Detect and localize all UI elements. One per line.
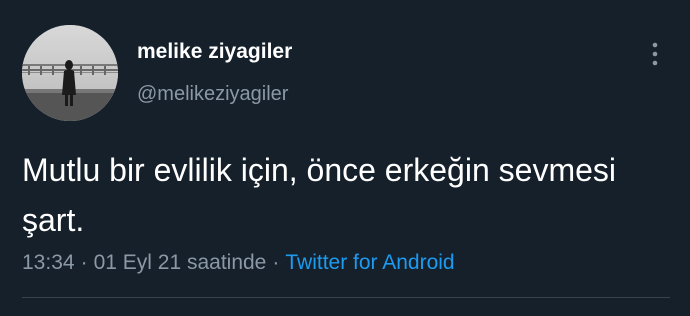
meta-separator: ·	[272, 251, 280, 274]
more-vertical-icon[interactable]	[640, 38, 670, 70]
tweet-text: Mutlu bir evlilik için, önce erkeğin sev…	[22, 152, 616, 238]
tweet-date[interactable]: 01 Eyl 21 saatinde	[94, 251, 267, 274]
tweet-source-link[interactable]: Twitter for Android	[285, 251, 454, 274]
avatar-photo	[22, 25, 118, 121]
display-name[interactable]: melike ziyagiler	[137, 40, 292, 64]
tweet-meta: 13:34 · 01 Eyl 21 saatinde · Twitter for And…	[22, 251, 455, 275]
divider	[22, 297, 670, 298]
avatar[interactable]	[22, 25, 118, 121]
tweet-card: melike ziyagiler @melikeziyagiler Mutlu …	[0, 0, 690, 316]
user-handle[interactable]: @melikeziyagiler	[137, 83, 288, 106]
tweet-time[interactable]: 13:34	[22, 251, 75, 274]
meta-separator: ·	[80, 251, 88, 274]
